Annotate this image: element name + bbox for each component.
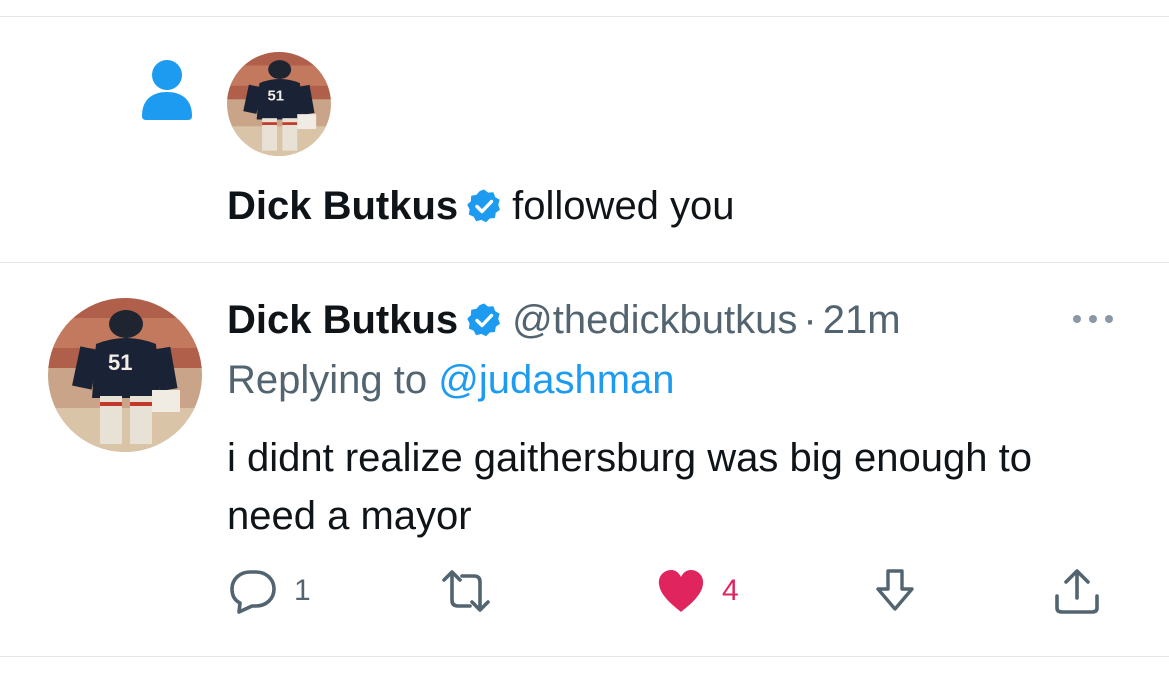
tweet-author-handle[interactable]: @thedickbutkus xyxy=(512,296,797,344)
section-divider xyxy=(0,262,1169,263)
share-icon xyxy=(1052,566,1102,616)
follow-action-text: followed you xyxy=(512,184,735,228)
download-button[interactable] xyxy=(872,566,918,616)
heart-icon xyxy=(656,568,706,614)
more-options-icon[interactable] xyxy=(1068,306,1118,332)
top-divider xyxy=(0,16,1169,17)
like-count: 4 xyxy=(722,574,739,607)
arrow-down-icon xyxy=(872,567,918,615)
tweet-author-avatar[interactable]: 51 xyxy=(48,298,202,452)
follower-avatar[interactable]: 51 xyxy=(227,52,331,156)
tweet-text: i didnt realize gaithersburg was big eno… xyxy=(227,436,1032,538)
reply-button[interactable]: 1 xyxy=(228,566,311,616)
follow-notification-text: Dick Butkus followed you xyxy=(227,182,735,230)
verified-badge-icon xyxy=(466,188,502,224)
tweet-author-name[interactable]: Dick Butkus xyxy=(227,296,458,344)
replying-prefix: Replying to xyxy=(227,358,428,402)
follower-avatar-jersey: 51 xyxy=(268,89,285,105)
replying-handle-link[interactable]: @judashman xyxy=(438,358,674,402)
reply-count: 1 xyxy=(294,574,311,607)
share-button[interactable] xyxy=(1052,566,1102,616)
person-icon xyxy=(140,58,194,120)
follower-name[interactable]: Dick Butkus xyxy=(227,182,458,230)
replying-to: Replying to @judashman xyxy=(227,356,675,404)
tweet-timestamp[interactable]: 21m xyxy=(823,296,901,344)
header-separator: · xyxy=(803,298,817,342)
retweet-icon xyxy=(438,568,494,614)
reply-icon xyxy=(228,568,278,614)
bottom-divider xyxy=(0,656,1169,657)
like-button[interactable]: 4 xyxy=(656,566,739,616)
tweet-header: Dick Butkus @thedickbutkus · 21m xyxy=(227,296,901,344)
retweet-button[interactable] xyxy=(438,566,510,616)
tweet-avatar-jersey: 51 xyxy=(108,350,132,375)
verified-badge-icon xyxy=(466,302,502,338)
